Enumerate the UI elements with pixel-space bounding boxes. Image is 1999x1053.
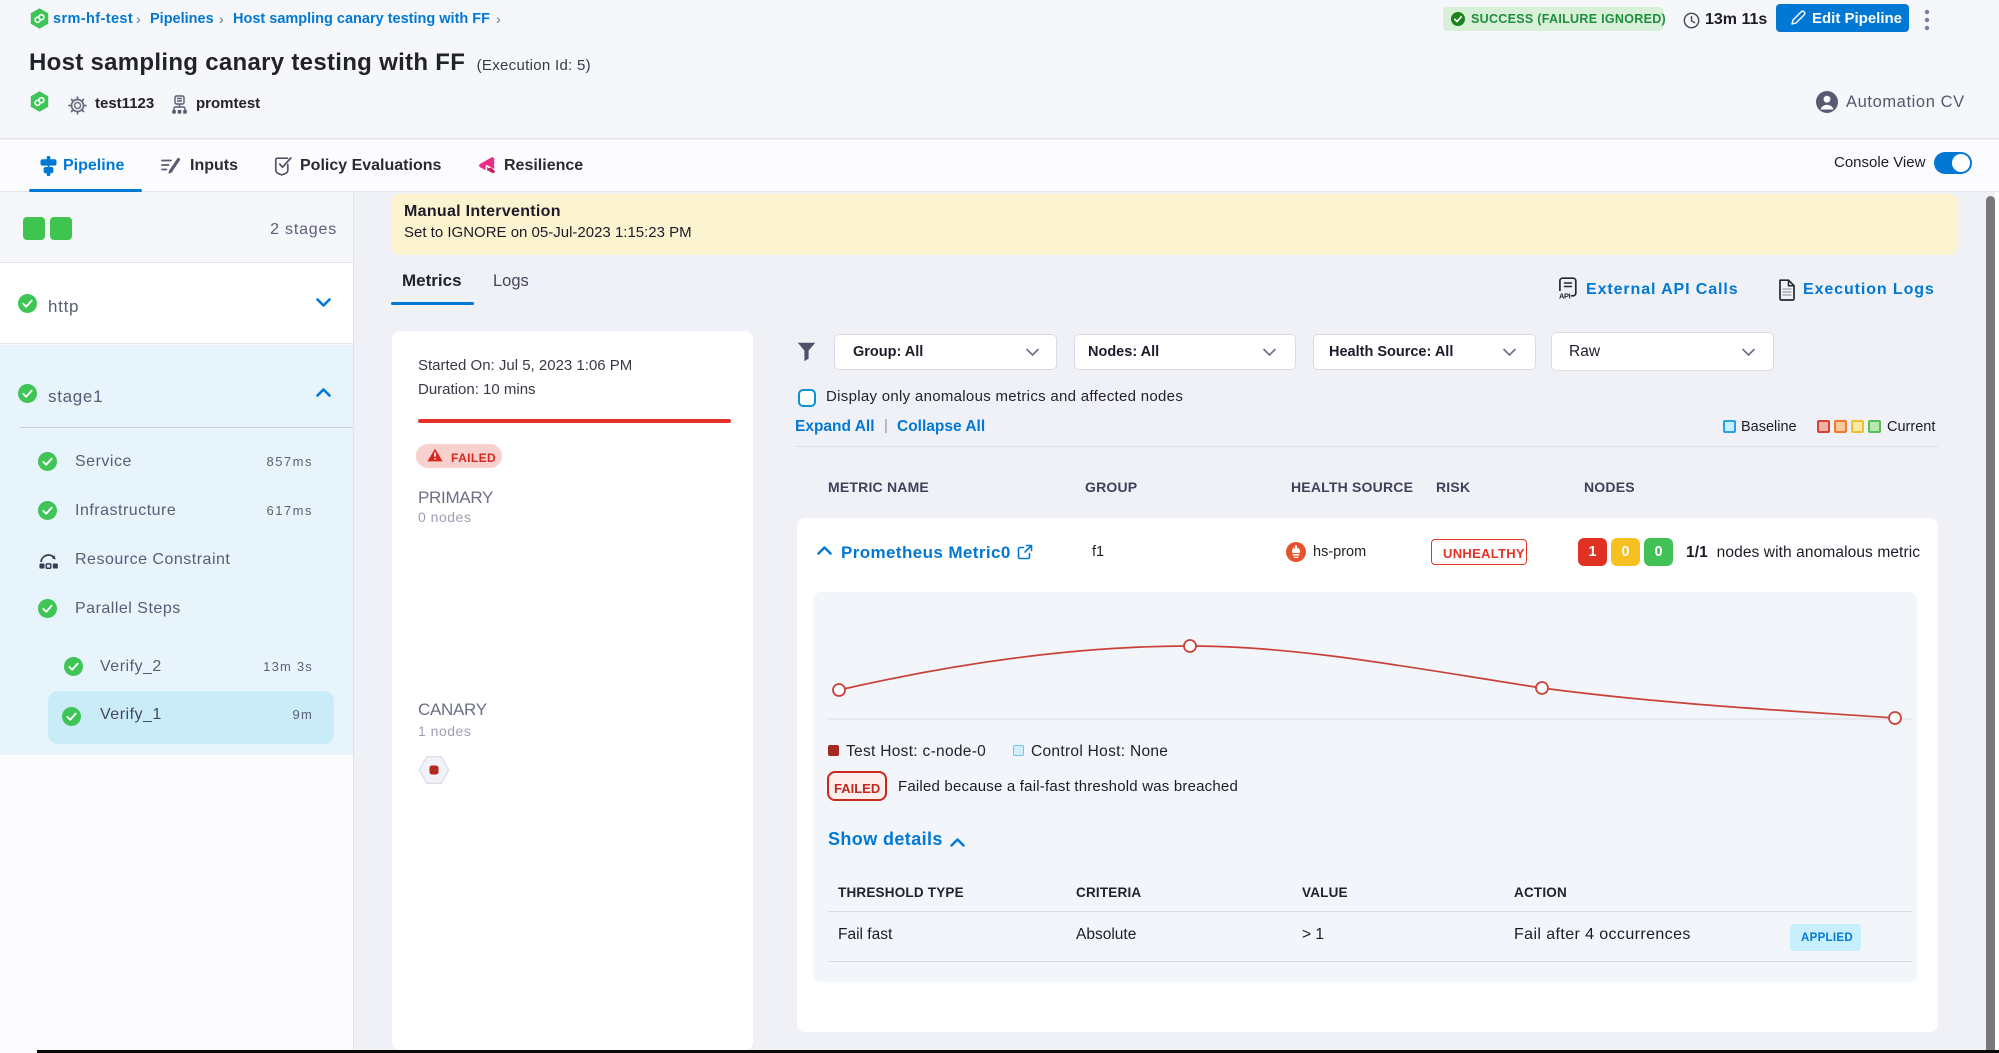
svg-text:API: API — [1559, 292, 1571, 301]
